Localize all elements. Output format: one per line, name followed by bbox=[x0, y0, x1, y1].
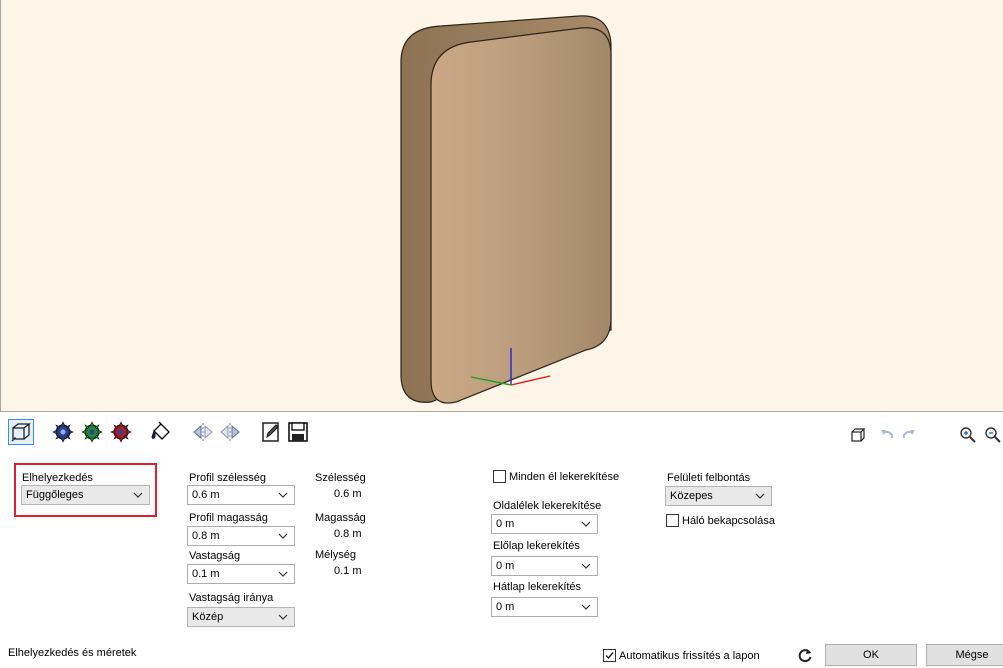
front-rounding-value: 0 m bbox=[496, 560, 515, 572]
chevron-down-icon bbox=[278, 533, 288, 539]
chevron-down-icon bbox=[581, 521, 591, 527]
side-rounding-input[interactable]: 0 m bbox=[491, 514, 598, 534]
zoom-in-icon[interactable] bbox=[958, 425, 978, 445]
back-rounding-input[interactable]: 0 m bbox=[491, 597, 598, 617]
properties-panel: Elhelyezkedés Függőleges Profil szélessé… bbox=[0, 449, 1003, 668]
checkbox-box[interactable] bbox=[603, 649, 616, 662]
checkbox-box[interactable] bbox=[666, 514, 679, 527]
viewport-canvas bbox=[400, 15, 612, 404]
checkbox-box[interactable] bbox=[493, 470, 506, 483]
window: Elhelyezkedés Függőleges Profil szélessé… bbox=[0, 0, 1003, 668]
thickness-direction-label: Vastagság iránya bbox=[189, 592, 274, 604]
height-label: Magasság bbox=[315, 512, 366, 524]
profile-width-input[interactable]: 0.6 m bbox=[187, 485, 295, 505]
surface-resolution-label: Felületi felbontás bbox=[667, 472, 751, 484]
refresh-icon[interactable] bbox=[795, 645, 815, 665]
placement-select[interactable]: Függőleges bbox=[21, 485, 150, 505]
thickness-value: 0.1 m bbox=[192, 568, 220, 580]
green-gear-icon[interactable] bbox=[79, 419, 105, 445]
chevron-down-icon bbox=[581, 563, 591, 569]
mesh-checkbox[interactable]: Háló bekapcsolása bbox=[666, 514, 775, 527]
frame-select-icon[interactable] bbox=[8, 419, 34, 445]
thickness-label: Vastagság bbox=[189, 550, 241, 562]
back-rounding-label: Hátlap lekerekítés bbox=[493, 581, 582, 593]
thickness-direction-select[interactable]: Közép bbox=[187, 607, 295, 627]
front-rounding-label: Előlap lekerekítés bbox=[493, 540, 580, 552]
toolbar bbox=[0, 413, 1003, 449]
all-edges-rounding-label: Minden él lekerekítése bbox=[509, 470, 620, 483]
cancel-button-label: Mégse bbox=[955, 649, 989, 661]
placement-value: Függőleges bbox=[26, 489, 84, 501]
surface-resolution-value: Közepes bbox=[670, 490, 713, 502]
depth-label: Mélység bbox=[315, 549, 356, 561]
thickness-input[interactable]: 0.1 m bbox=[187, 564, 295, 584]
surface-resolution-select[interactable]: Közepes bbox=[665, 486, 772, 506]
3d-viewport[interactable] bbox=[0, 0, 1003, 412]
chevron-down-icon bbox=[581, 604, 591, 610]
blue-gear-icon[interactable] bbox=[50, 419, 76, 445]
panel-front-face bbox=[430, 27, 612, 404]
section-title: Elhelyezkedés és méretek bbox=[8, 647, 137, 659]
cancel-button[interactable]: Mégse bbox=[926, 644, 1003, 666]
profile-width-value: 0.6 m bbox=[192, 489, 220, 501]
side-rounding-value: 0 m bbox=[496, 518, 515, 530]
ok-button[interactable]: OK bbox=[825, 644, 917, 666]
ok-button-label: OK bbox=[863, 649, 879, 661]
side-rounding-label: Oldalélek lekerekítése bbox=[493, 500, 602, 512]
zoom-out-icon[interactable] bbox=[983, 425, 1003, 445]
auto-refresh-label: Automatikus frissítés a lapon bbox=[619, 649, 760, 662]
chevron-down-icon bbox=[278, 614, 288, 620]
profile-height-label: Profil magasság bbox=[189, 512, 268, 524]
front-rounding-input[interactable]: 0 m bbox=[491, 556, 598, 576]
redo-icon[interactable] bbox=[899, 425, 919, 445]
width-value: 0.6 m bbox=[334, 488, 362, 500]
chevron-down-icon bbox=[133, 492, 143, 498]
chevron-down-icon bbox=[278, 492, 288, 498]
depth-value: 0.1 m bbox=[334, 565, 362, 577]
all-edges-rounding-checkbox[interactable]: Minden él lekerekítése bbox=[493, 470, 619, 483]
mirror-left-icon[interactable] bbox=[190, 419, 216, 445]
red-gear-icon[interactable] bbox=[108, 419, 134, 445]
profile-height-value: 0.8 m bbox=[192, 530, 220, 542]
profile-width-label: Profil szélesség bbox=[189, 472, 267, 484]
profile-height-input[interactable]: 0.8 m bbox=[187, 526, 295, 546]
mirror-right-icon[interactable] bbox=[217, 419, 243, 445]
paint-bucket-icon[interactable] bbox=[148, 419, 174, 445]
edit-document-icon[interactable] bbox=[258, 419, 284, 445]
width-label: Szélesség bbox=[315, 472, 366, 484]
placement-label: Elhelyezkedés bbox=[22, 472, 93, 484]
mesh-label: Háló bekapcsolása bbox=[682, 514, 775, 527]
chevron-down-icon bbox=[278, 571, 288, 577]
save-icon[interactable] bbox=[285, 419, 311, 445]
chevron-down-icon bbox=[755, 493, 765, 499]
checkmark-icon bbox=[605, 652, 614, 660]
back-rounding-value: 0 m bbox=[496, 601, 515, 613]
cube-view-icon[interactable] bbox=[848, 425, 868, 445]
auto-refresh-checkbox[interactable]: Automatikus frissítés a lapon bbox=[603, 649, 760, 662]
undo-icon[interactable] bbox=[877, 425, 897, 445]
height-value: 0.8 m bbox=[334, 528, 362, 540]
thickness-direction-value: Közép bbox=[192, 611, 224, 623]
